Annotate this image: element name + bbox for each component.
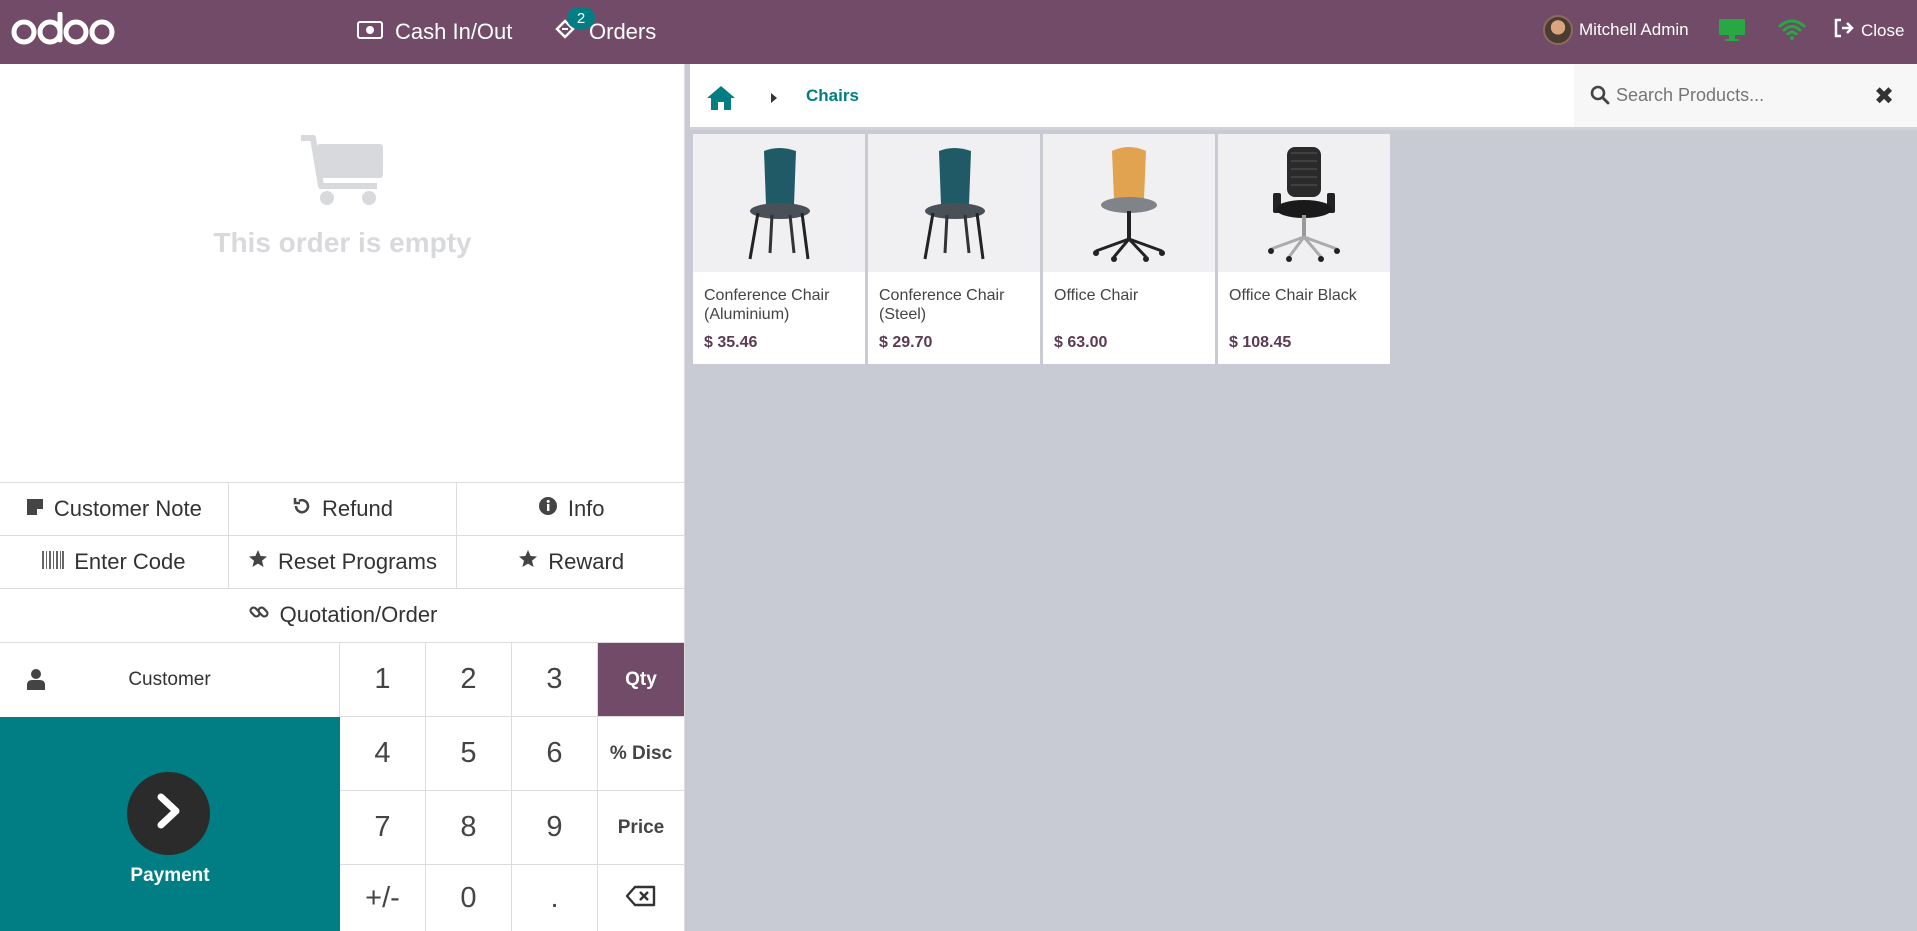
numpad-key-4[interactable]: 4 (340, 717, 426, 791)
control-row-3: Quotation/Order (0, 588, 685, 641)
cash-in-out-button[interactable]: Cash In/Out (357, 14, 512, 50)
numpad-key-dot[interactable]: . (512, 865, 598, 931)
enter-code-label: Enter Code (74, 549, 186, 574)
ticket-icon: 2 (553, 7, 595, 47)
control-row-1: Customer Note Refund Info (0, 482, 685, 535)
reward-label: Reward (548, 549, 625, 574)
product-name: Office Chair (1054, 287, 1139, 304)
shopping-cart-icon (297, 135, 389, 212)
caret-right-icon (770, 91, 778, 109)
close-button[interactable]: Close (1833, 18, 1904, 43)
numpad-key-9[interactable]: 9 (512, 791, 598, 865)
numpad-key-7[interactable]: 7 (340, 791, 426, 865)
product-name: Conference Chair (Aluminium) (704, 287, 830, 323)
orders-count-badge: 2 (567, 7, 595, 29)
product-price: $ 108.45 (1229, 334, 1292, 351)
odoo-logo[interactable] (10, 11, 116, 53)
product-image-office-chair-black (1218, 134, 1390, 272)
customer-label: Customer (128, 669, 211, 690)
clear-search-icon[interactable]: ✖ (1874, 82, 1894, 111)
info-label: Info (567, 496, 605, 521)
reward-button[interactable]: Reward (457, 536, 685, 588)
empty-order-text: This order is empty (213, 227, 472, 258)
avatar (1543, 15, 1573, 45)
product-card[interactable]: Conference Chair (Aluminium) $ 35.46 (693, 134, 865, 364)
pos-actions: Customer Payment 1 2 3 Qty 4 5 6 % Disc … (0, 642, 685, 931)
product-search: ✖ (1574, 64, 1917, 127)
wifi-icon[interactable] (1778, 17, 1806, 46)
backspace-icon (625, 882, 656, 915)
reset-programs-button[interactable]: Reset Programs (229, 536, 458, 588)
numpad-key-5[interactable]: 5 (426, 717, 512, 791)
product-name: Office Chair Black (1229, 287, 1357, 304)
customer-note-label: Customer Note (53, 496, 202, 521)
product-card[interactable]: Office Chair Black $ 108.45 (1218, 134, 1390, 364)
home-icon[interactable] (705, 84, 737, 117)
product-image-chair-steel (868, 134, 1040, 272)
cash-in-out-label: Cash In/Out (395, 19, 513, 44)
numpad: 1 2 3 Qty 4 5 6 % Disc 7 8 9 Price +/- 0… (340, 643, 685, 931)
refund-label: Refund (322, 496, 393, 521)
user-menu[interactable]: Mitchell Admin (1543, 14, 1689, 46)
numpad-key-6[interactable]: 6 (512, 717, 598, 791)
numpad-key-8[interactable]: 8 (426, 791, 512, 865)
chevron-right-icon (154, 793, 184, 834)
search-icon (1590, 85, 1610, 110)
barcode-icon (42, 549, 65, 575)
info-button[interactable]: Info (457, 483, 685, 535)
reset-programs-label: Reset Programs (278, 549, 437, 574)
order-panel: This order is empty Customer Note Refund… (0, 64, 685, 931)
link-icon (248, 601, 270, 629)
product-price: $ 63.00 (1054, 334, 1108, 351)
numpad-mode-discount[interactable]: % Disc (598, 717, 685, 791)
money-icon (357, 19, 383, 45)
product-image-office-chair (1043, 134, 1215, 272)
numpad-key-0[interactable]: 0 (426, 865, 512, 931)
sign-out-icon (1833, 18, 1855, 43)
search-input[interactable] (1616, 78, 1866, 112)
close-label: Close (1861, 20, 1905, 40)
star-icon (248, 549, 268, 575)
numpad-mode-price[interactable]: Price (598, 791, 685, 865)
orders-button[interactable]: 2 Orders (553, 7, 657, 50)
star-icon (518, 549, 538, 575)
numpad-key-3[interactable]: 3 (512, 643, 598, 717)
payment-button[interactable]: Payment (0, 717, 340, 931)
product-card[interactable]: Conference Chair (Steel) $ 29.70 (868, 134, 1040, 364)
product-grid: Conference Chair (Aluminium) $ 35.46 Con… (693, 134, 1390, 364)
numpad-mode-qty[interactable]: Qty (598, 643, 685, 717)
enter-code-button[interactable]: Enter Code (0, 536, 229, 588)
orders-label: Orders (589, 19, 657, 44)
top-navbar: Cash In/Out 2 Orders Mitchell Admin Clos… (0, 0, 1917, 64)
numpad-key-plus-minus[interactable]: +/- (340, 865, 426, 931)
quotation-order-button[interactable]: Quotation/Order (0, 589, 685, 641)
undo-icon (292, 496, 312, 522)
customer-note-button[interactable]: Customer Note (0, 483, 229, 535)
empty-order: This order is empty (0, 134, 685, 259)
customer-button[interactable]: Customer (0, 643, 340, 717)
payment-circle (127, 772, 210, 855)
note-icon (26, 496, 44, 522)
backspace-key[interactable] (598, 865, 685, 931)
product-image-chair-aluminium (693, 134, 865, 272)
refund-button[interactable]: Refund (229, 483, 458, 535)
numpad-key-1[interactable]: 1 (340, 643, 426, 717)
product-card[interactable]: Office Chair $ 63.00 (1043, 134, 1215, 364)
info-icon (538, 496, 558, 522)
payment-label: Payment (130, 865, 210, 886)
product-price: $ 35.46 (704, 334, 758, 351)
product-price: $ 29.70 (879, 334, 933, 351)
breadcrumb-category[interactable]: Chairs (806, 86, 859, 106)
user-icon (26, 668, 46, 696)
user-name: Mitchell Admin (1579, 20, 1689, 39)
category-breadcrumb-bar: Chairs ✖ (690, 64, 1917, 130)
control-row-2: Enter Code Reset Programs Reward (0, 535, 685, 588)
numpad-key-2[interactable]: 2 (426, 643, 512, 717)
quotation-order-label: Quotation/Order (279, 602, 438, 627)
monitor-icon[interactable] (1718, 18, 1746, 47)
product-name: Conference Chair (Steel) (879, 287, 1005, 323)
